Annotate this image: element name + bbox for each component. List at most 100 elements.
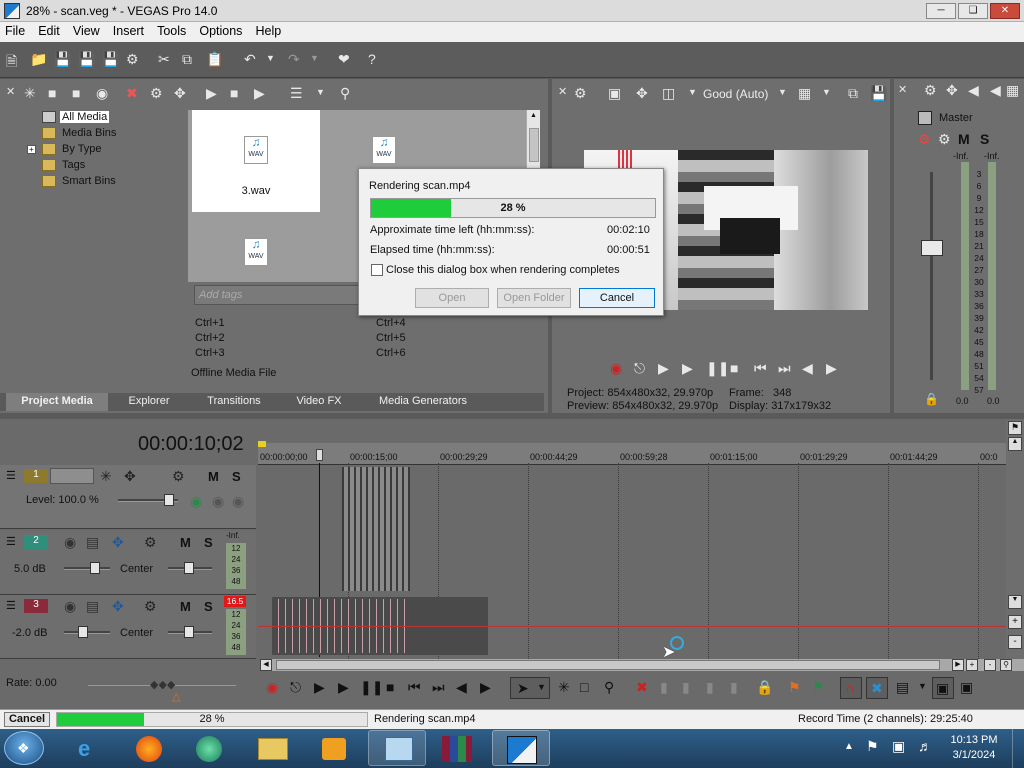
tag-shortcut[interactable]: Ctrl+5 (376, 331, 406, 346)
redo-icon[interactable]: ↷ (288, 51, 300, 68)
menu-insert[interactable]: Insert (108, 22, 149, 40)
taskbar-winrar[interactable] (428, 730, 486, 766)
compositing-mode-icon[interactable]: ⚙ (172, 468, 185, 485)
master-insert-icon[interactable]: ⚙ (938, 131, 951, 148)
trim-start-icon[interactable]: ▮ (682, 679, 690, 696)
go-to-start-icon[interactable]: ⏮ (754, 360, 767, 377)
track-menu-icon[interactable]: ☰ (6, 469, 16, 482)
cancel-render-button[interactable]: Cancel (579, 288, 655, 308)
stop-icon[interactable]: ■ (230, 85, 238, 101)
play-from-start-icon[interactable]: ▶ (314, 679, 325, 696)
save-snapshot-icon[interactable]: 💾 (870, 85, 887, 102)
timeline-horizontal-scrollbar[interactable]: ◀ ▶ + - ⚲ (260, 659, 1024, 671)
go-to-end-icon[interactable]: ⏭ (778, 360, 791, 377)
volume-icon[interactable]: ♬ (918, 738, 932, 754)
zoom-out-horizontal-icon[interactable]: - (984, 659, 996, 671)
cut-icon[interactable]: ✂ (158, 51, 170, 68)
properties-icon[interactable]: ⚙ (126, 51, 139, 68)
start-button[interactable]: ❖ (4, 731, 44, 765)
scroll-left-icon[interactable]: ◀ (260, 659, 272, 671)
scroll-up-icon[interactable]: ▲ (1008, 437, 1022, 451)
split-screen-icon[interactable]: ◫ (662, 85, 675, 102)
network-icon[interactable]: ▣ (892, 738, 905, 755)
scroll-thumb[interactable] (276, 660, 940, 670)
volume-slider-thumb[interactable] (90, 562, 100, 574)
open-button[interactable]: Open (415, 288, 489, 308)
video-track-header[interactable]: ☰ 1 ✳ ✥ ⚙ M S Level: 100.0 % ◉ ◉ ◉ (0, 465, 256, 529)
play-icon[interactable]: ▶ (206, 85, 217, 102)
pan-slider-thumb[interactable] (184, 562, 194, 574)
taskbar-explorer[interactable] (244, 730, 302, 766)
composite-child-icon[interactable]: ◉ (212, 493, 224, 510)
master-fx-button-icon[interactable]: ⚙ (918, 131, 931, 148)
tab-transitions[interactable]: Transitions (190, 393, 278, 411)
close-button[interactable]: ✕ (990, 3, 1020, 19)
minimize-button[interactable]: ─ (926, 3, 956, 19)
taskbar-vlc[interactable] (304, 730, 362, 766)
menu-help[interactable]: Help (251, 22, 287, 40)
preview-properties-icon[interactable]: ⚙ (574, 85, 587, 102)
scroll-down-icon[interactable]: ▼ (1008, 595, 1022, 609)
loop-playback-icon[interactable]: ⎋ (290, 679, 301, 696)
arm-for-record-icon[interactable]: ◉ (64, 534, 76, 551)
snapping-button[interactable]: ∩ (840, 677, 862, 699)
zoom-in-horizontal-icon[interactable]: + (966, 659, 978, 671)
views-dropdown-icon[interactable]: ▼ (316, 87, 325, 97)
get-media-icon[interactable]: ■ (72, 85, 80, 101)
master-solo-button[interactable]: S (980, 131, 989, 147)
capture-video-icon[interactable]: ■ (48, 85, 56, 101)
taskbar-media-player[interactable] (180, 730, 238, 766)
pan-crop-icon[interactable]: ✥ (174, 85, 186, 102)
pan-slider-thumb[interactable] (184, 626, 194, 638)
auto-ripple-icon[interactable]: ▤ (896, 679, 909, 696)
pause-icon[interactable]: ❚❚ (706, 360, 729, 377)
downmix-icon[interactable]: ◀ (968, 82, 979, 99)
play-icon[interactable]: ▶ (682, 360, 693, 377)
scroll-up-icon[interactable]: ▲ (530, 112, 537, 119)
web-icon[interactable]: ◉ (96, 85, 108, 102)
selection-tool-icon[interactable]: □ (580, 679, 588, 695)
master-mute-button[interactable]: M (958, 131, 970, 147)
zoom-tool-icon[interactable]: ⚲ (1000, 659, 1012, 671)
track-solo-button[interactable]: S (232, 469, 241, 484)
mixer-icon[interactable]: ▦ (1006, 82, 1019, 99)
marker-icon[interactable]: ⚑ (1008, 421, 1022, 435)
next-frame-icon[interactable]: ▶ (826, 360, 837, 377)
track-solo-button[interactable]: S (204, 599, 213, 614)
menu-edit[interactable]: Edit (33, 22, 65, 40)
pause-icon[interactable]: ❚❚ (360, 679, 383, 696)
zoom-in-icon[interactable]: + (1008, 615, 1022, 629)
split-dropdown-icon[interactable]: ▼ (688, 87, 697, 97)
taskbar-clock[interactable]: 10:13 PM 3/1/2024 (944, 733, 1004, 763)
loop-region-marker[interactable] (258, 441, 266, 447)
tab-explorer[interactable]: Explorer (108, 393, 190, 411)
tree-tags[interactable]: Tags (62, 159, 85, 171)
track-properties-icon[interactable]: ⚙ (144, 598, 157, 615)
open-icon[interactable]: 📁 (30, 51, 47, 68)
track-fx-icon[interactable]: ▤ (86, 534, 99, 551)
dim-output-icon[interactable]: ◀ (990, 82, 1001, 99)
restore-button[interactable]: ❏ (958, 3, 988, 19)
level-slider-thumb[interactable] (164, 494, 174, 506)
envelope-tool-icon[interactable]: ✳ (558, 679, 570, 696)
loop-playback-icon[interactable]: ⎋ (634, 360, 645, 377)
stop-icon[interactable]: ■ (730, 360, 738, 376)
auto-preview-icon[interactable]: ▶ (254, 85, 265, 102)
tag-shortcut[interactable]: Ctrl+2 (195, 331, 225, 346)
menu-options[interactable]: Options (194, 22, 247, 40)
render-icon[interactable]: 💾 (102, 51, 119, 68)
insert-region-icon[interactable]: ⚑ (812, 679, 825, 696)
show-desktop-button[interactable] (1012, 729, 1024, 768)
show-hidden-icons[interactable]: ▲ (844, 741, 854, 752)
open-folder-button[interactable]: Open Folder (497, 288, 571, 308)
undo-dropdown-icon[interactable]: ▼ (266, 53, 275, 63)
make-compositing-child-icon[interactable]: ◉ (232, 493, 244, 510)
wav-file-icon[interactable]: ♫ WAV (372, 136, 396, 164)
menu-view[interactable]: View (68, 22, 105, 40)
track-mute-button[interactable]: M (208, 469, 219, 484)
enable-snapping-icon[interactable]: ❤ (338, 51, 350, 68)
search-icon[interactable]: ⚲ (340, 85, 350, 102)
master-fader-thumb[interactable] (921, 240, 943, 256)
tag-shortcut[interactable]: Ctrl+4 (376, 316, 406, 331)
delete-icon[interactable]: ✖ (636, 679, 648, 696)
